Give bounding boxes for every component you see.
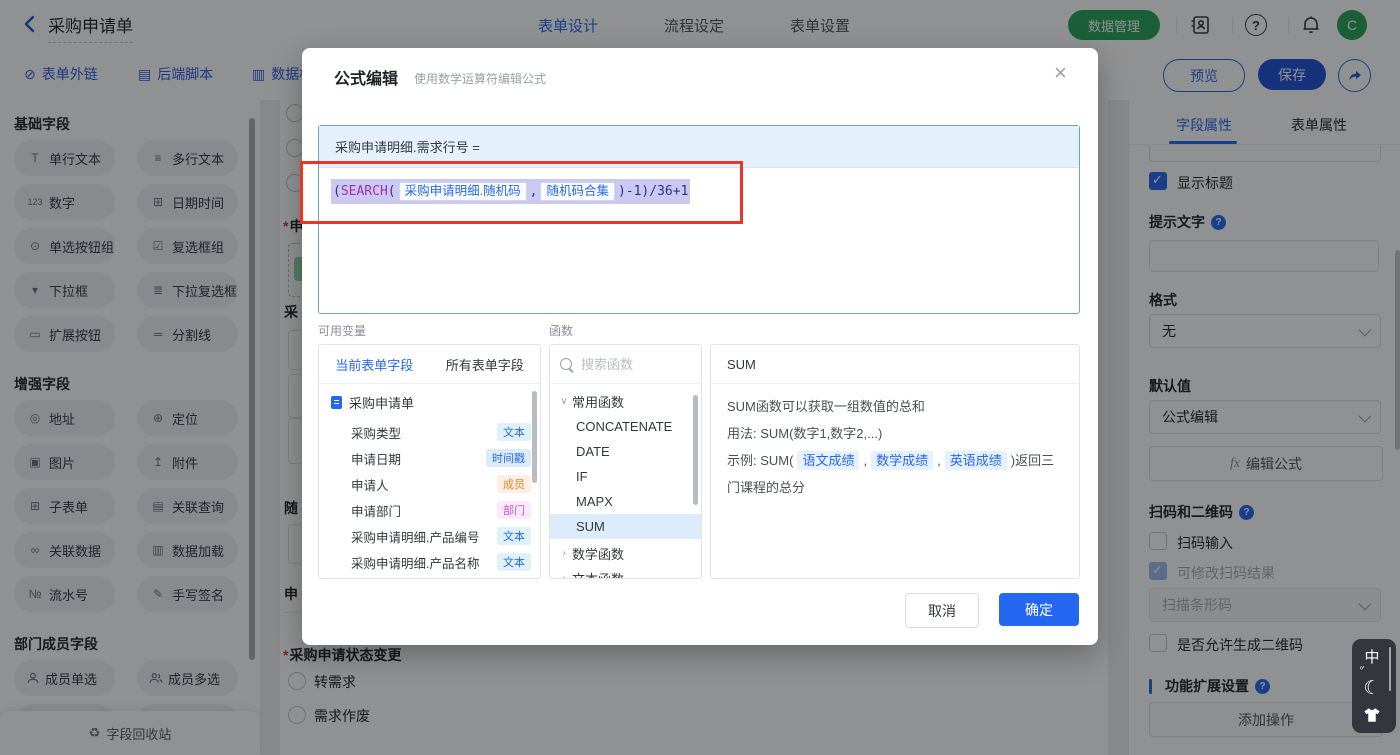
function-item[interactable]: DATE [550, 439, 701, 464]
function-search [550, 345, 701, 384]
search-icon [560, 358, 572, 370]
variable-row[interactable]: 申请部门 部门 [351, 497, 531, 523]
modal-subtitle: 使用数学运算符编辑公式 [414, 72, 547, 86]
widget-scrollbar [1389, 647, 1391, 691]
variable-row[interactable]: 采购申请明细.产品编号 文本 [351, 523, 531, 549]
variables-scrollbar[interactable] [532, 391, 537, 483]
type-badge: 文本 [497, 527, 531, 545]
function-item[interactable]: MAPX [550, 489, 701, 514]
theme-shirt-icon[interactable] [1363, 707, 1381, 728]
close-icon[interactable]: × [1054, 60, 1067, 86]
chevron-down-icon: ∨ [560, 396, 568, 407]
function-group-common[interactable]: ∨ 常用函数 [550, 389, 701, 414]
type-badge: 文本 [497, 553, 531, 571]
example-line: 示例: SUM(语文成绩, 数学成绩, 英语成绩)返回三门课程的总分 [727, 451, 1055, 495]
formula-edit-modal: 公式编辑 使用数学运算符编辑公式 × 采购申请明细.需求行号 = (SEARCH… [302, 48, 1098, 645]
type-badge: 文本 [497, 423, 531, 441]
app: 采购申请单 表单设计 流程设定 表单设置 数据管理 ? C ⊘ 表单外链 ▤ 后… [0, 0, 1400, 755]
function-group-text[interactable]: ›文本函数 [550, 566, 701, 579]
tab-all-form-fields[interactable]: 所有表单字段 [430, 345, 541, 383]
variable-row[interactable]: 申请人 成员 [351, 471, 531, 497]
modal-title: 公式编辑 [334, 71, 399, 88]
function-search-input[interactable] [579, 355, 683, 373]
function-description: SUM函数可以获取一组数值的总和 用法: SUM(数字1,数字2,...) 示例… [727, 393, 1067, 501]
tab-current-form-fields[interactable]: 当前表单字段 [319, 345, 430, 383]
variable-row[interactable]: 采购类型 文本 [351, 419, 531, 445]
function-name: SUM [711, 345, 1079, 384]
language-toggle-sub-icon: º′ [1360, 665, 1365, 674]
function-item-selected[interactable]: SUM [550, 514, 701, 539]
dark-mode-icon[interactable] [1352, 677, 1392, 700]
type-badge: 成员 [497, 475, 531, 493]
variable-row[interactable]: 申请日期 时间戳 [351, 445, 531, 471]
confirm-button[interactable]: 确定 [999, 593, 1079, 626]
language-toggle[interactable]: 中 [1352, 646, 1392, 667]
variable-row[interactable]: 采购申请明细.产品名称 文本 [351, 549, 531, 575]
functions-label: 函数 [549, 324, 574, 338]
example-field-chip: 语文成绩 [797, 451, 860, 470]
function-group-math[interactable]: › 数学函数 [550, 541, 701, 566]
cancel-button[interactable]: 取消 [905, 593, 979, 628]
functions-panel: ∨常用函数 CONCATENATE DATE IF MAPX SUM ›数学函数… [549, 344, 702, 579]
variables-panel: 当前表单字段 所有表单字段 采购申请单 采购类型 文本 申请日期 时间戳 申请人 成员… [318, 344, 541, 579]
type-badge: 部门 [497, 501, 531, 519]
type-badge: 时间戳 [486, 449, 531, 467]
example-field-chip: 数学成绩 [871, 451, 934, 470]
annotation-highlight-box [300, 161, 743, 224]
chevron-right-icon: › [562, 573, 566, 579]
document-icon [331, 396, 342, 409]
function-item[interactable]: CONCATENATE [550, 414, 701, 439]
variables-label: 可用变量 [318, 324, 367, 338]
chevron-right-icon: › [562, 548, 566, 559]
usage-line: 用法: SUM(数字1,数字2,...) [727, 426, 883, 441]
function-description-panel: SUM SUM函数可以获取一组数值的总和 用法: SUM(数字1,数字2,...… [710, 344, 1080, 579]
description-line: SUM函数可以获取一组数值的总和 [727, 399, 925, 414]
floating-toolbar: 中 º′ [1352, 639, 1396, 733]
function-item[interactable]: IF [550, 464, 701, 489]
functions-scrollbar[interactable] [693, 395, 698, 505]
variables-tabs: 当前表单字段 所有表单字段 [319, 345, 540, 384]
example-field-chip: 英语成绩 [944, 451, 1007, 470]
form-node[interactable]: 采购申请单 [331, 393, 414, 412]
